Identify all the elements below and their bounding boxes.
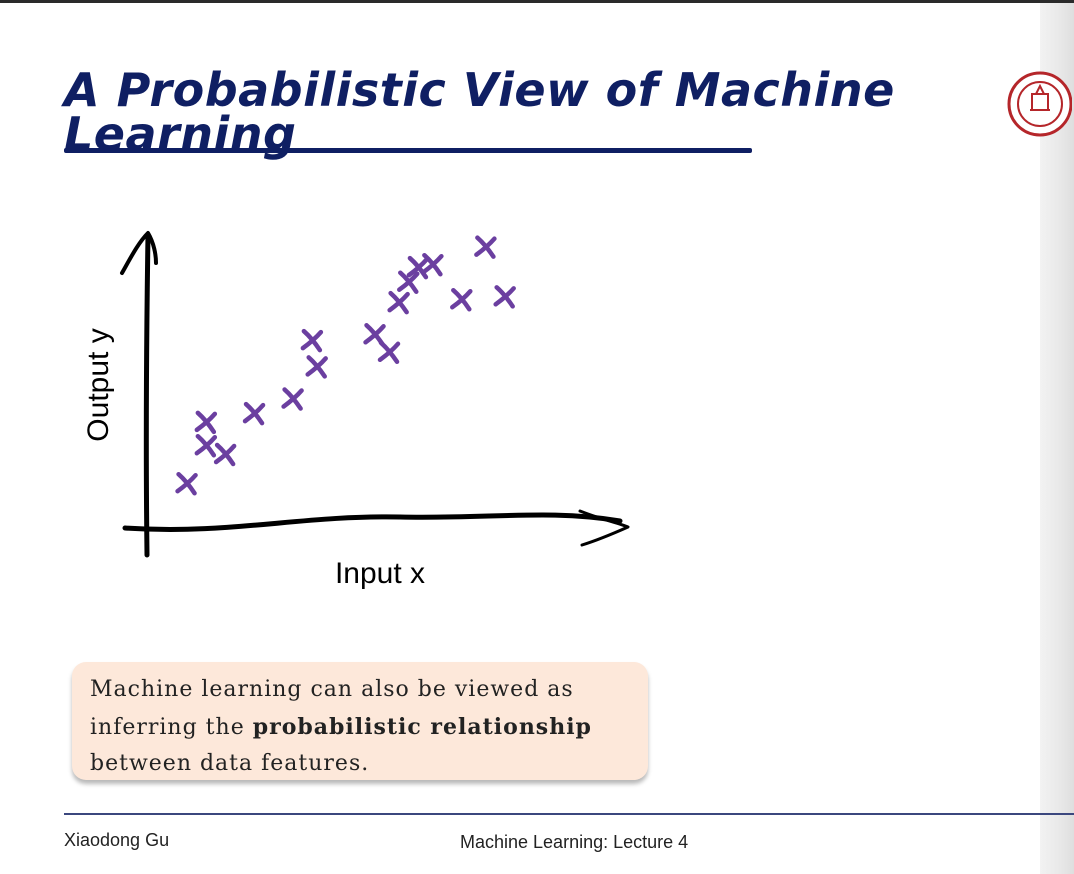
data-point [387, 290, 410, 315]
university-seal-icon [1007, 71, 1072, 137]
title-underline [64, 148, 752, 153]
data-point [194, 433, 218, 458]
x-axis-label: Input x [335, 557, 425, 590]
callout-box: Machine learning can also be viewed as i… [72, 662, 648, 780]
data-point [175, 471, 198, 496]
data-point [300, 328, 324, 353]
footer-divider [64, 813, 1074, 815]
callout-text-bold: probabilistic relationship [252, 713, 592, 740]
data-point [213, 442, 237, 467]
data-point [450, 287, 473, 312]
data-point [194, 410, 218, 435]
data-point [281, 387, 304, 411]
data-point [242, 401, 266, 426]
footer-author: Xiaodong Gu [64, 830, 170, 850]
y-axis-label: Output y [82, 328, 115, 441]
y-axis [120, 231, 158, 558]
footer-course: Machine Learning: Lecture 4 [460, 832, 689, 852]
window-top-border [0, 0, 1074, 3]
data-point [421, 252, 444, 277]
scatter-chart: Input x Output y [82, 231, 630, 590]
data-point [377, 340, 401, 365]
data-point [474, 235, 497, 259]
data-points [175, 235, 516, 496]
data-point [493, 285, 516, 309]
slide-title: A Probabilistic View of Machine Learning [64, 63, 895, 161]
x-axis [122, 509, 630, 547]
callout-text: Machine learning can also be viewed as i… [90, 672, 638, 783]
callout-text-part2: between data features. [90, 751, 370, 776]
data-point [305, 355, 328, 379]
